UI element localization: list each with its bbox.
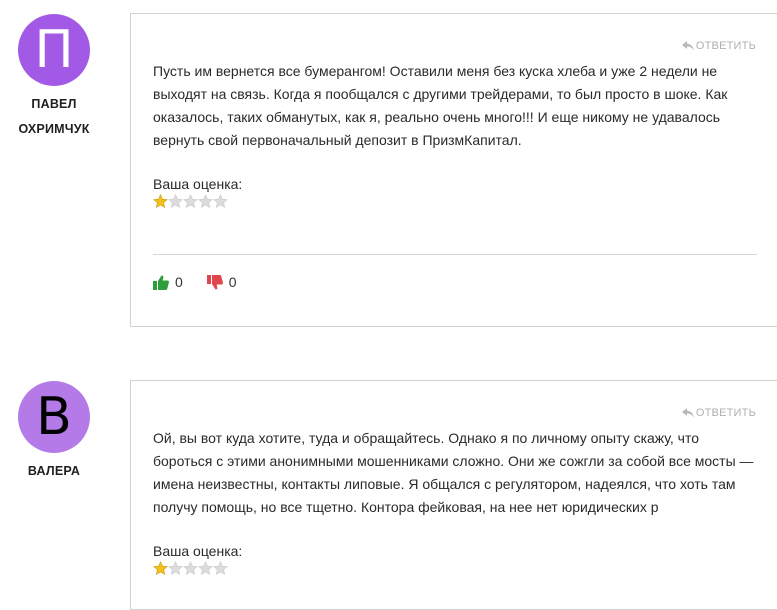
comment-text: Ой, вы вот куда хотите, туда и обращайте…	[153, 427, 773, 519]
reply-icon	[681, 408, 694, 418]
star-empty-icon[interactable]	[183, 561, 198, 576]
avatar-letter: В	[36, 387, 72, 447]
author-name: ВАЛЕРА	[0, 459, 108, 484]
comment-text-line: имена неизвестны, контакты липовые. Я об…	[153, 476, 736, 492]
reply-label: ОТВЕТИТЬ	[695, 40, 756, 52]
comment-author: В ВАЛЕРА	[0, 381, 108, 484]
comment-text-line: оказалось, таких обманутых, как я, реаль…	[153, 109, 721, 125]
reply-button[interactable]: ОТВЕТИТЬ	[681, 40, 756, 52]
star-filled-icon[interactable]	[153, 194, 168, 209]
thumbs-down-icon	[206, 274, 223, 290]
reply-icon	[681, 41, 694, 51]
star-filled-icon[interactable]	[153, 561, 168, 576]
comment-card: ОТВЕТИТЬ Пусть им вернется все бумеранго…	[130, 13, 777, 327]
star-empty-icon[interactable]	[198, 194, 213, 209]
comment-text-line: Ой, вы вот куда хотите, туда и обращайте…	[153, 430, 700, 446]
comment-text-line: получу помощь, но все тщетно. Контора фе…	[153, 499, 659, 515]
comment-card: ОТВЕТИТЬ Ой, вы вот куда хотите, туда и …	[130, 380, 777, 610]
vote-bar: 0 0	[153, 274, 261, 290]
avatar: В	[18, 381, 90, 453]
star-empty-icon[interactable]	[183, 194, 198, 209]
star-empty-icon[interactable]	[213, 561, 228, 576]
star-empty-icon[interactable]	[168, 561, 183, 576]
author-name: ПАВЕЛ ОХРИМЧУК	[0, 92, 108, 142]
rating-label: Ваша оценка:	[153, 176, 243, 192]
like-count: 0	[175, 274, 183, 290]
comment-author: П ПАВЕЛ ОХРИМЧУК	[0, 14, 108, 142]
comment-text-line: вернуть свой первоначальный депозит в Пр…	[153, 132, 522, 148]
reply-button[interactable]: ОТВЕТИТЬ	[681, 407, 756, 419]
comment-text-line: бороться с этими анонимными мошенниками …	[153, 453, 754, 469]
avatar-letter: П	[34, 20, 74, 80]
author-name-line: ОХРИМЧУК	[18, 122, 90, 136]
divider	[153, 254, 757, 255]
comment-text-line: Пусть им вернется все бумерангом! Остави…	[153, 63, 718, 79]
star-empty-icon[interactable]	[198, 561, 213, 576]
thumbs-up-icon	[153, 274, 169, 290]
rating-label: Ваша оценка:	[153, 543, 243, 559]
author-name-line: ПАВЕЛ	[31, 97, 77, 111]
star-empty-icon[interactable]	[213, 194, 228, 209]
avatar: П	[18, 14, 90, 86]
comment-text: Пусть им вернется все бумерангом! Остави…	[153, 60, 773, 152]
dislike-button[interactable]: 0	[206, 274, 237, 290]
star-rating	[153, 194, 228, 209]
dislike-count: 0	[228, 274, 237, 290]
star-rating	[153, 561, 228, 576]
star-empty-icon[interactable]	[168, 194, 183, 209]
comment-text-line: выходят на связь. Когда я пообщался с др…	[153, 86, 728, 102]
reply-label: ОТВЕТИТЬ	[695, 407, 756, 419]
author-name-line: ВАЛЕРА	[27, 464, 81, 478]
like-button[interactable]: 0	[153, 274, 183, 290]
